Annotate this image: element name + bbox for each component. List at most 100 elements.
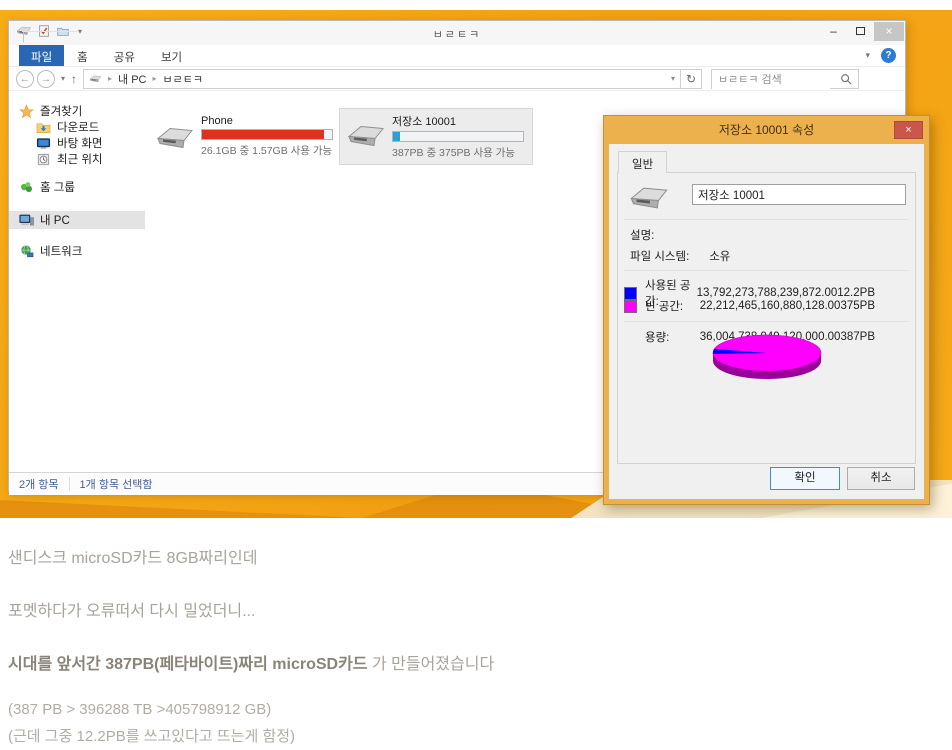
sidebar-item-label: 홈 그룹 (40, 179, 75, 195)
tab-general[interactable]: 일반 (618, 151, 667, 173)
recent-places-icon (36, 152, 51, 167)
general-panel: 설명: 파일 시스템: 소유 사용된 공간: 13,792,273,788,23… (617, 172, 916, 464)
download-folder-icon (36, 120, 51, 135)
network-icon (19, 244, 34, 259)
separator (624, 270, 909, 271)
maximize-button[interactable] (847, 22, 874, 41)
window-title: ㅂㄹㅌㅋ (209, 26, 705, 42)
homegroup-icon (19, 180, 34, 195)
caption-line-3-rest: 가 만들어졌습니다 (368, 656, 495, 673)
sidebar-item-this-pc[interactable]: 내 PC (9, 211, 145, 229)
free-space-label: 빈 공간: (645, 298, 700, 314)
pc-icon (19, 213, 34, 228)
free-space-bytes: 22,212,465,160,880,128.00 (700, 300, 841, 312)
sidebar-item-homegroup[interactable]: 홈 그룹 (9, 179, 145, 195)
address-dropdown-icon[interactable]: ▾ (666, 74, 680, 83)
capacity-bar-fill (202, 130, 324, 139)
sidebar-item-label: 즐겨찾기 (40, 103, 82, 119)
search-icon[interactable] (840, 73, 852, 85)
filesystem-value: 소유 (709, 251, 730, 263)
drive-icon (155, 125, 195, 152)
breadcrumb-current[interactable]: ㅂㄹㅌㅋ (163, 71, 203, 87)
drive-name: Phone (201, 115, 335, 127)
star-icon (19, 104, 34, 119)
window-controls: – × (820, 22, 904, 41)
dialog-title: 저장소 10001 속성 (604, 116, 929, 144)
minimize-button[interactable]: – (820, 22, 847, 41)
screenshot-stage: | ▾ | ㅂㄹㅌㅋ – × 파일 홈 공유 보기 ▾ ? ← (0, 0, 952, 750)
caption-line-3-bold: 시대를 앞서간 387PB(페타바이트)짜리 microSD카드 (8, 656, 368, 673)
caption-line-3: 시대를 앞서간 387PB(페타바이트)짜리 microSD카드 가 만들어졌습… (8, 650, 952, 674)
tab-home[interactable]: 홈 (64, 45, 101, 66)
ok-button[interactable]: 확인 (770, 467, 840, 490)
separator (624, 219, 909, 220)
help-icon[interactable]: ? (881, 48, 896, 63)
sidebar-item-network[interactable]: 네트워크 (9, 243, 145, 259)
drive-free-space: 387PB 중 375PB 사용 가능 (392, 145, 526, 160)
address-bar-row: ← → ▾ ↑ ▸ 내 PC ▸ ㅂㄹㅌㅋ ▾ ↻ (9, 67, 905, 91)
item-count: 2개 항목 (19, 476, 59, 492)
sidebar-item-label: 네트워크 (40, 243, 82, 259)
sidebar-item-label: 바탕 화면 (57, 135, 103, 151)
address-drive-icon (89, 74, 102, 84)
sidebar-item-favorites[interactable]: 즐겨찾기 (9, 103, 145, 119)
properties-dialog: 저장소 10001 속성 × 일반 설명: 파일 시스템: 소유 사용된 공간:… (603, 115, 930, 505)
quick-access-toolbar: | ▾ | (16, 24, 85, 38)
address-box[interactable]: ▸ 내 PC ▸ ㅂㄹㅌㅋ ▾ (83, 69, 681, 89)
tab-share[interactable]: 공유 (101, 45, 148, 66)
back-button[interactable]: ← (16, 70, 34, 88)
caption-line-2: 포멧하다가 오류떠서 다시 밀었더니... (8, 597, 952, 621)
caption-line-4: (387 PB > 396288 TB >405798912 GB) (8, 701, 952, 718)
capacity-bar (392, 131, 524, 142)
sidebar-item-downloads[interactable]: 다운로드 (9, 119, 145, 135)
crumb-separator-icon: ▸ (153, 74, 157, 83)
sidebar-item-recent-places[interactable]: 최근 위치 (9, 151, 145, 167)
search-box (711, 69, 859, 89)
tab-view[interactable]: 보기 (148, 45, 195, 66)
capacity-bar-fill (393, 132, 400, 141)
close-button[interactable]: × (874, 22, 904, 41)
post-caption: 샌디스크 microSD카드 8GB짜리인데 포멧하다가 오류떠서 다시 밀었더… (0, 518, 952, 746)
history-dropdown-icon[interactable]: ▾ (61, 74, 65, 83)
explorer-titlebar: | ▾ | ㅂㄹㅌㅋ – × (9, 21, 905, 45)
drive-tile-phone[interactable]: Phone 26.1GB 중 1.57GB 사용 가능 (149, 111, 341, 162)
forward-button[interactable]: → (37, 70, 55, 88)
caption-line-5: (근데 그중 12.2PB를 쓰고있다고 뜨는게 함정) (8, 725, 952, 746)
capacity-bar (201, 129, 333, 140)
monitor-icon (36, 136, 51, 151)
ribbon-right-controls: ▾ ? (865, 45, 905, 66)
tab-file[interactable]: 파일 (19, 45, 64, 66)
drive-free-space: 26.1GB 중 1.57GB 사용 가능 (201, 143, 335, 158)
drive-icon (346, 123, 386, 150)
crumb-separator-icon: ▸ (108, 74, 112, 83)
volume-name-field[interactable] (692, 184, 906, 205)
separator (624, 321, 909, 322)
drive-tile-storage-10001[interactable]: 저장소 10001 387PB 중 375PB 사용 가능 (339, 108, 533, 165)
maximize-icon (856, 27, 865, 35)
free-space-row: 빈 공간: 22,212,465,160,880,128.00 375PB (624, 298, 905, 314)
dialog-client-area: 일반 설명: 파일 시스템: 소유 사용된 공간: 13,792,273,788… (609, 144, 924, 499)
filesystem-label: 파일 시스템: (630, 248, 706, 264)
capacity-pie-chart (618, 331, 915, 392)
drive-icon (628, 185, 670, 212)
qat-separator-icon: | (22, 31, 79, 32)
sidebar-item-label: 최근 위치 (57, 151, 103, 167)
free-space-size: 375PB (840, 300, 905, 312)
drive-name: 저장소 10001 (392, 113, 526, 129)
refresh-button[interactable]: ↻ (681, 69, 702, 89)
up-button[interactable]: ↑ (71, 72, 77, 86)
ribbon-expand-icon[interactable]: ▾ (865, 50, 870, 61)
search-input[interactable] (712, 71, 830, 89)
ribbon-tabs: 파일 홈 공유 보기 ▾ ? (9, 45, 905, 67)
description-label: 설명: (630, 227, 905, 243)
status-divider (69, 477, 70, 491)
cancel-button[interactable]: 취소 (847, 467, 915, 490)
dialog-close-button[interactable]: × (894, 121, 923, 139)
navigation-pane: 즐겨찾기 다운로드 바탕 화면 최근 위치 홈 그룹 (9, 91, 145, 472)
filesystem-row: 파일 시스템: 소유 (630, 248, 905, 264)
sidebar-item-desktop[interactable]: 바탕 화면 (9, 135, 145, 151)
breadcrumb-root[interactable]: 내 PC (118, 71, 146, 87)
sidebar-item-label: 다운로드 (57, 119, 99, 135)
caption-line-1: 샌디스크 microSD카드 8GB짜리인데 (8, 544, 952, 568)
selected-count: 1개 항목 선택함 (80, 476, 153, 492)
